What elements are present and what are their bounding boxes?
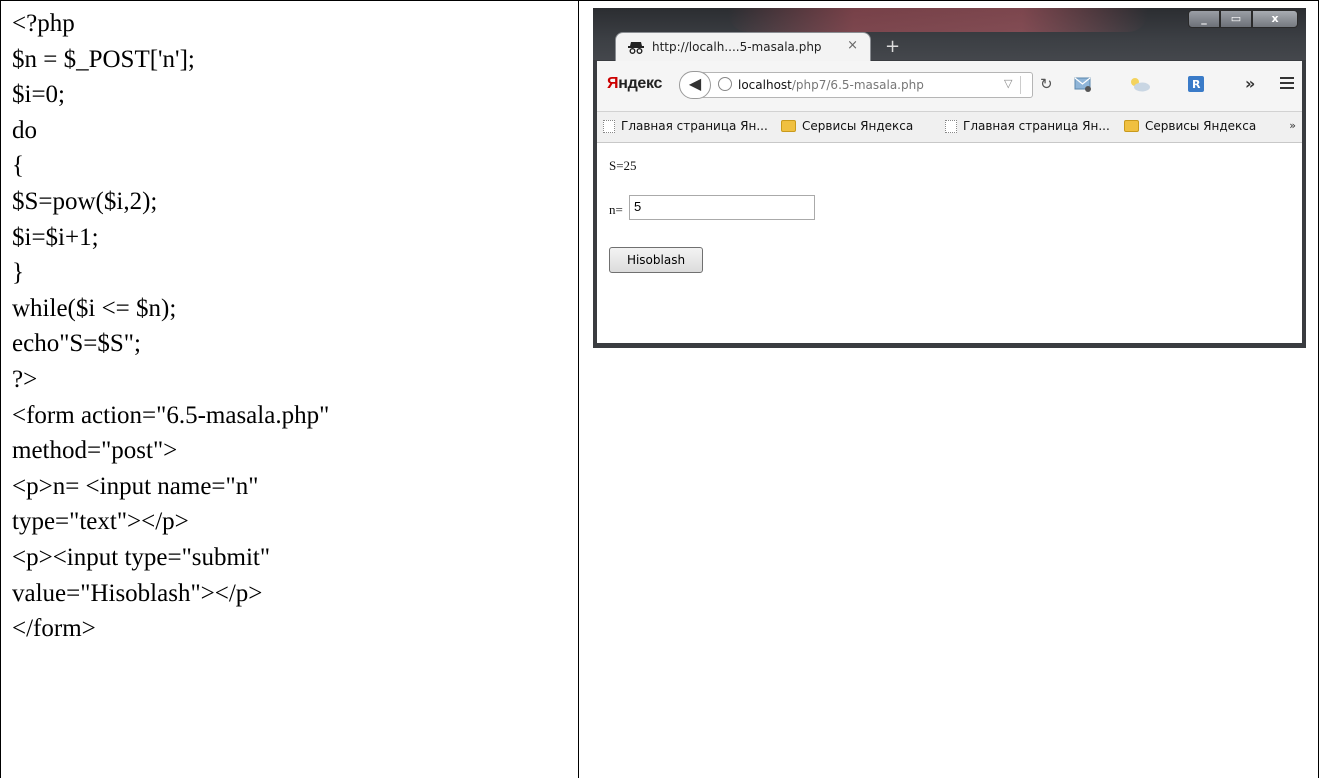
result-text: S=25 (609, 158, 637, 173)
code-line: type="text"></p> (12, 508, 189, 536)
code-line: <form action="6.5-masala.php" (12, 401, 330, 429)
code-line: while($i <= $n); (12, 294, 177, 322)
globe-icon (718, 77, 732, 91)
tab-close-icon[interactable]: × (847, 38, 858, 53)
code-line: $i=0; (12, 81, 65, 109)
bookmarks-overflow-icon[interactable]: » (1289, 119, 1296, 132)
hamburger-menu-icon[interactable] (1280, 77, 1294, 92)
code-line: $i=$i+1; (12, 223, 99, 251)
yandex-logo[interactable]: Яндекс (607, 75, 662, 93)
svg-text:R: R (1192, 78, 1201, 91)
overflow-chevron-icon[interactable]: » (1245, 74, 1255, 93)
reload-icon[interactable]: ↻ (1040, 75, 1053, 93)
bookmark-label: Сервисы Яндекса (802, 119, 914, 133)
code-line: <p><input type="submit" (12, 543, 271, 571)
code-line: method="post"> (12, 437, 178, 465)
code-line: $S=pow($i,2); (12, 187, 158, 215)
bookmark-label: Главная страница Ян... (621, 119, 768, 133)
back-button[interactable]: ◀ (679, 71, 711, 99)
code-line: value="Hisoblash"></p> (12, 579, 263, 607)
maximize-button[interactable]: ▭ (1220, 10, 1252, 28)
page-content: S=25 n= 5 Hisoblash (597, 143, 1302, 343)
yandex-disk-icon[interactable]: R (1187, 75, 1205, 93)
page-icon (603, 119, 615, 133)
hisoblash-button[interactable]: Hisoblash (609, 247, 703, 273)
close-window-button[interactable]: x (1252, 10, 1298, 28)
bookmarks-toolbar: Главная страница Ян... Сервисы Яндекса Г… (597, 112, 1302, 143)
yandex-logo-rest: ндекс (618, 75, 663, 92)
titlebar-glow (728, 8, 1148, 32)
table-border-top (0, 0, 1319, 1)
code-line: <?php (12, 10, 75, 37)
page-icon (945, 119, 957, 133)
table-column-divider (578, 0, 579, 778)
url-path: /php7/6.5-masala.php (791, 78, 924, 92)
yandex-logo-first-letter: Я (607, 75, 619, 92)
minimize-button[interactable]: _ (1188, 10, 1220, 28)
php-code-listing: <?php $n = $_POST['n']; $i=0; do { $S=po… (12, 6, 572, 647)
bookmark-label: Сервисы Яндекса (1145, 119, 1257, 133)
tab-title: http://localh....5-masala.php (652, 40, 822, 54)
code-line: $n = $_POST['n']; (12, 45, 195, 73)
tab-active[interactable]: http://localh....5-masala.php × (615, 32, 871, 62)
n-label: n= (609, 202, 623, 217)
n-input[interactable]: 5 (629, 195, 815, 220)
table-border-left (0, 0, 1, 778)
folder-icon (1124, 120, 1139, 132)
private-browsing-icon (628, 42, 644, 54)
mail-icon[interactable] (1074, 75, 1092, 93)
url-dropdown-icon[interactable]: ▽ (1004, 77, 1012, 90)
code-line: <p>n= <input name="n" (12, 472, 259, 500)
weather-icon[interactable] (1127, 75, 1151, 93)
bookmark-label: Главная страница Ян... (963, 119, 1110, 133)
bookmark-item[interactable]: Главная страница Ян... (603, 119, 768, 133)
window-controls: _ ▭ x (1188, 10, 1298, 30)
bookmark-item[interactable]: Главная страница Ян... (945, 119, 1110, 133)
code-line: ?> (12, 365, 38, 393)
new-tab-button[interactable]: + (885, 36, 900, 57)
bookmark-item[interactable]: Сервисы Яндекса (781, 119, 913, 133)
code-line: } (12, 259, 24, 287)
url-host: localhost (738, 78, 792, 92)
url-separator (1020, 76, 1021, 94)
folder-icon (781, 120, 796, 132)
code-line: </form> (12, 615, 96, 643)
code-line: { (12, 152, 24, 180)
browser-window: _ ▭ x http://localh....5-masala.php × + … (593, 8, 1306, 348)
url-text: localhost/php7/6.5-masala.php (738, 78, 924, 92)
bookmark-item[interactable]: Сервисы Яндекса (1124, 119, 1256, 133)
url-bar[interactable]: localhost/php7/6.5-masala.php ▽ (703, 72, 1033, 98)
navigation-toolbar: Яндекс localhost/php7/6.5-masala.php ▽ ◀… (597, 61, 1302, 112)
back-arrow-icon: ◀ (688, 74, 702, 93)
code-line: do (12, 116, 37, 144)
code-line: echo"S=$S"; (12, 330, 141, 358)
